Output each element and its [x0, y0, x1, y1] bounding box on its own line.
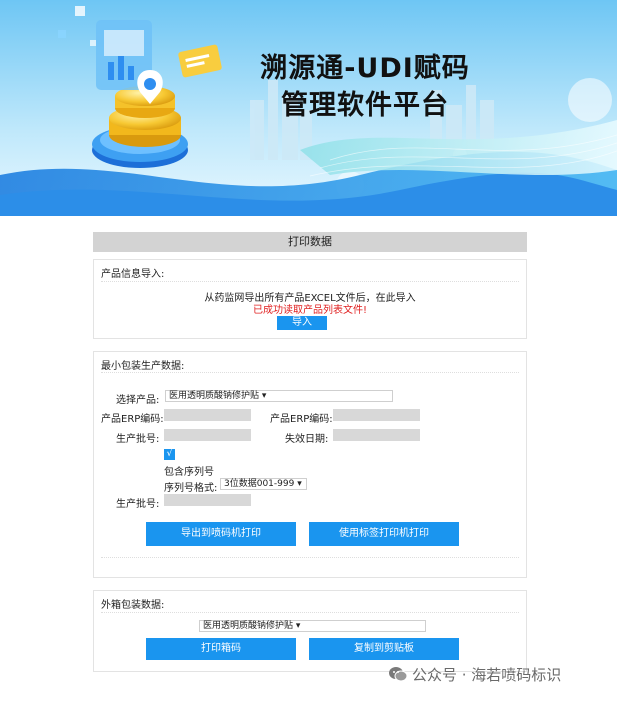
expiry-label: 失效日期: [285, 434, 329, 445]
outer-box-heading: 外箱包装数据: [101, 600, 165, 611]
serial-format-value: 3位数据001-999 [224, 479, 295, 489]
serial-format-select[interactable]: 3位数据001-999 ▾ [220, 478, 307, 490]
batch-label-2: 生产批号: [116, 499, 160, 510]
min-pack-heading: 最小包装生产数据: [101, 361, 185, 372]
banner-title-line1: 溯源通-UDI赋码 [260, 53, 470, 84]
include-serial-checkbox[interactable]: √ [164, 449, 175, 460]
batch-label: 生产批号: [116, 434, 160, 445]
import-status: 已成功读取产品列表文件! [252, 305, 367, 316]
banner-title: 溯源通-UDI赋码 管理软件平台 [250, 50, 480, 124]
divider [101, 281, 519, 282]
hero-banner: 溯源通-UDI赋码 管理软件平台 [0, 0, 617, 216]
erp-code-label-left: 产品ERP编码: [101, 414, 164, 425]
batch-input[interactable] [164, 429, 251, 441]
outer-box-panel: 外箱包装数据: 医用透明质酸钠修护贴 ▾ 打印箱码 复制到剪贴板 [93, 590, 527, 672]
watermark-text: 公众号 · 海若喷码标识 [412, 666, 562, 684]
outer-product-select[interactable]: 医用透明质酸钠修护贴 ▾ [199, 620, 426, 632]
banner-title-line2: 管理软件平台 [281, 90, 449, 121]
product-select[interactable]: 医用透明质酸钠修护贴 ▾ [165, 390, 393, 402]
wechat-icon [388, 666, 408, 686]
export-to-inkjet-button[interactable]: 导出到喷码机打印 [146, 522, 296, 546]
print-box-code-button[interactable]: 打印箱码 [146, 638, 296, 660]
product-select-value: 医用透明质酸钠修护贴 [169, 391, 260, 401]
page-title: 打印数据 [93, 232, 527, 252]
erp-code-input-left[interactable] [164, 409, 251, 421]
include-serial-label: 包含序列号 [164, 467, 214, 478]
import-heading: 产品信息导入: [101, 269, 165, 280]
chevron-down-icon: ▾ [294, 479, 302, 489]
chevron-down-icon: ▾ [259, 391, 267, 401]
serial-format-label: 序列号格式: [164, 483, 218, 494]
expiry-date-input[interactable] [333, 429, 420, 441]
select-product-label: 选择产品: [116, 395, 160, 406]
import-button[interactable]: 导入 [277, 316, 327, 330]
min-pack-panel: 最小包装生产数据: 选择产品: 医用透明质酸钠修护贴 ▾ 产品ERP编码: 产品… [93, 351, 527, 578]
import-panel: 产品信息导入: 从药监网导出所有产品EXCEL文件后，在此导入 已成功读取产品列… [93, 259, 527, 339]
outer-product-value: 医用透明质酸钠修护贴 [203, 621, 294, 631]
erp-code-input-right[interactable] [333, 409, 420, 421]
divider [101, 372, 519, 373]
divider [101, 612, 519, 613]
copy-to-clipboard-button[interactable]: 复制到剪贴板 [309, 638, 459, 660]
chevron-down-icon: ▾ [293, 621, 301, 631]
divider [101, 557, 519, 558]
wechat-watermark: 公众号 · 海若喷码标识 [388, 664, 561, 686]
label-printer-button[interactable]: 使用标签打印机打印 [309, 522, 459, 546]
erp-code-label-right: 产品ERP编码: [270, 414, 333, 425]
batch-input-2[interactable] [164, 494, 251, 506]
